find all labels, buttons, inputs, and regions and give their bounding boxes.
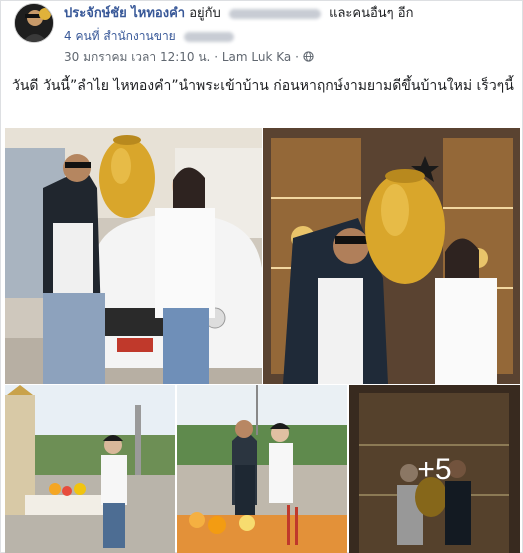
post-photo-5[interactable]: +5 <box>349 385 520 553</box>
author-name[interactable]: ประจักษ์ชัย ไหทองคำ <box>64 6 185 21</box>
meta-separator: · <box>214 50 219 64</box>
author-avatar[interactable] <box>14 3 54 43</box>
photo-shrine-offering <box>5 385 175 553</box>
post-photo-3[interactable] <box>5 385 175 553</box>
photo-shelves-gold-urn <box>263 128 520 384</box>
tagged-person-redacted <box>228 8 321 19</box>
location-redacted <box>183 31 234 42</box>
more-photos-overlay[interactable]: +5 <box>349 385 520 553</box>
post-timestamp[interactable]: 30 มกราคม เวลา 12:10 น. <box>64 50 210 64</box>
post-meta: 30 มกราคม เวลา 12:10 น. · Lam Luk Ka · <box>64 49 314 65</box>
post-location[interactable]: Lam Luk Ka <box>222 50 291 64</box>
meta-separator-2: · <box>295 50 299 64</box>
tagged-count-location[interactable]: 4 คนที่ สำนักงานขาย <box>64 29 176 43</box>
globe-icon[interactable] <box>303 50 314 64</box>
post-photo-1[interactable] <box>5 128 262 384</box>
post-card: ประจักษ์ชัย ไหทองคำ อยู่กับ และคนอื่นๆ อ… <box>0 0 523 553</box>
avatar-image <box>15 4 53 42</box>
post-photo-4[interactable] <box>177 385 347 553</box>
with-label: อยู่กับ <box>189 6 221 21</box>
post-subline: 4 คนที่ สำนักงานขาย <box>64 28 238 44</box>
photo-garage-gold-urn <box>5 128 262 384</box>
post-photo-2[interactable] <box>263 128 520 384</box>
post-body-text: วันดี วันนี้”ลำไย ไหทองคำ”นำพระเข้าบ้าน … <box>12 78 514 94</box>
photo-prayer <box>177 385 347 553</box>
post-headline: ประจักษ์ชัย ไหทองคำ อยู่กับ และคนอื่นๆ อ… <box>64 5 519 22</box>
others-label[interactable]: และคนอื่นๆ อีก <box>329 6 413 21</box>
more-photos-count: +5 <box>417 452 452 486</box>
